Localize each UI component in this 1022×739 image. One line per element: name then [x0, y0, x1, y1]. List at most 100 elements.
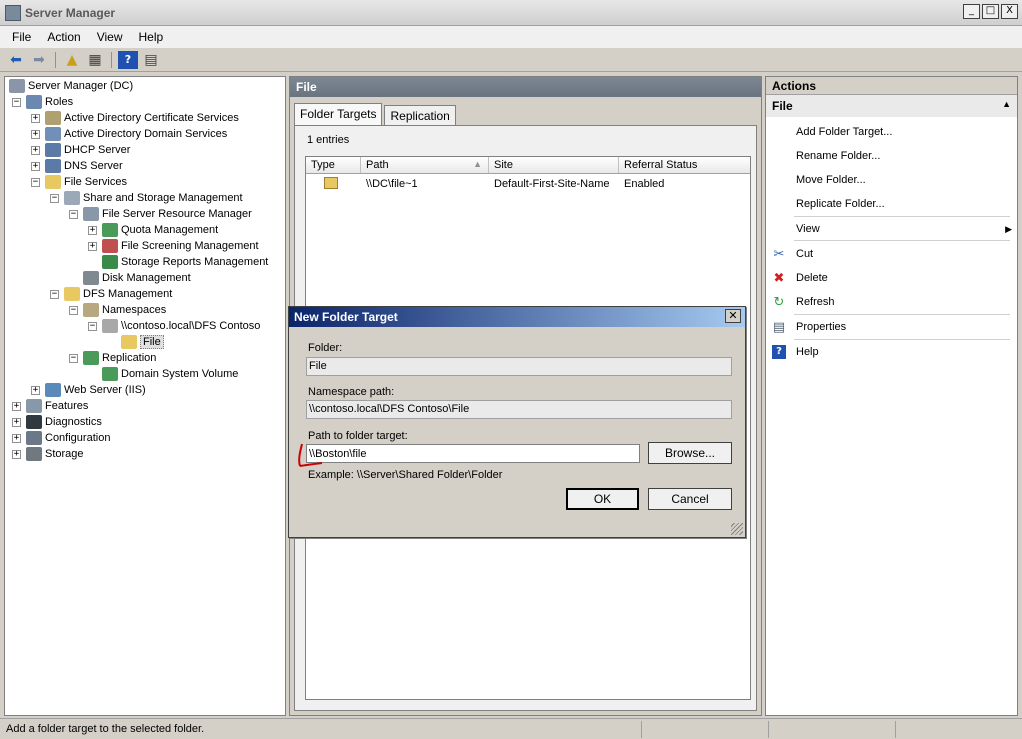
close-button[interactable]: X: [1001, 4, 1018, 19]
expand-icon[interactable]: +: [12, 449, 21, 459]
tree-item-file-services[interactable]: − File Services: [31, 174, 127, 190]
tree-item-configuration[interactable]: + Configuration: [12, 430, 110, 446]
folder-icon: [121, 335, 137, 349]
table-row[interactable]: \\DC\file~1 Default-First-Site-Name Enab…: [306, 174, 750, 194]
dfs-icon: [64, 287, 80, 301]
collapse-icon[interactable]: −: [50, 289, 59, 299]
roles-icon: [26, 95, 42, 109]
expand-icon[interactable]: +: [88, 241, 97, 251]
collapse-icon[interactable]: −: [50, 193, 59, 203]
collapse-icon[interactable]: −: [88, 321, 97, 331]
up-folder-icon[interactable]: ▲: [62, 51, 82, 69]
show-hide-action-pane-icon[interactable]: ▤: [141, 51, 161, 69]
title-bar: Server Manager _ □ X: [0, 0, 1022, 26]
actions-section[interactable]: File ▲: [766, 95, 1017, 117]
menu-help[interactable]: Help: [131, 30, 172, 44]
dialog-close-button[interactable]: ✕: [725, 309, 741, 323]
tree-item-screening[interactable]: + File Screening Management: [88, 238, 259, 254]
maximize-button[interactable]: □: [982, 4, 999, 19]
expand-icon[interactable]: +: [88, 225, 97, 235]
fsrm-icon: [83, 207, 99, 221]
replication-group-icon: [102, 367, 118, 381]
console-tree: Server Manager (DC) − Roles + Active Dir…: [4, 76, 286, 716]
menu-view[interactable]: View: [89, 30, 131, 44]
ok-button[interactable]: OK: [566, 488, 639, 510]
tree-item-namespace-contoso[interactable]: − \\contoso.local\DFS Contoso: [88, 318, 260, 334]
action-cut[interactable]: ✂ Cut: [770, 244, 1012, 264]
collapse-icon[interactable]: −: [12, 97, 21, 107]
tree-item-dhcp[interactable]: + DHCP Server: [31, 142, 130, 158]
collapse-icon[interactable]: −: [31, 177, 40, 187]
column-path[interactable]: Path ▲: [361, 157, 489, 173]
expand-icon[interactable]: +: [12, 401, 21, 411]
tree-item-namespaces[interactable]: − Namespaces: [69, 302, 166, 318]
collapse-icon[interactable]: −: [69, 305, 78, 315]
cancel-button[interactable]: Cancel: [648, 488, 732, 510]
tree-item-iis[interactable]: + Web Server (IIS): [31, 382, 146, 398]
configuration-icon: [26, 431, 42, 445]
disk-icon: [83, 271, 99, 285]
tab-folder-targets[interactable]: Folder Targets: [294, 103, 383, 126]
tree-item-share-storage[interactable]: − Share and Storage Management: [50, 190, 243, 206]
tree-item-replication[interactable]: − Replication: [69, 350, 156, 366]
row-status: Enabled: [624, 178, 665, 190]
expand-icon[interactable]: +: [31, 129, 40, 139]
expand-icon[interactable]: +: [31, 113, 40, 123]
action-help[interactable]: ? Help: [770, 342, 1012, 362]
menu-action[interactable]: Action: [39, 30, 88, 44]
tree-item-disk-mgmt[interactable]: Disk Management: [69, 270, 191, 286]
action-separator: [794, 240, 1010, 241]
expand-icon[interactable]: +: [31, 385, 40, 395]
tree-item-file[interactable]: File: [107, 334, 164, 350]
expand-icon[interactable]: +: [31, 145, 40, 155]
resize-grip-icon[interactable]: [731, 523, 743, 535]
collapse-icon[interactable]: −: [69, 353, 78, 363]
folder-field: File: [306, 357, 732, 376]
action-view[interactable]: View ▶: [770, 219, 1012, 239]
tree-item-roles[interactable]: − Roles: [12, 94, 73, 110]
action-rename-folder[interactable]: Rename Folder...: [770, 146, 1012, 166]
action-move-folder[interactable]: Move Folder...: [770, 170, 1012, 190]
tree-item-dfs[interactable]: − DFS Management: [50, 286, 172, 302]
quota-icon: [102, 223, 118, 237]
action-properties[interactable]: ▤ Properties: [770, 317, 1012, 337]
tree-item-adcs[interactable]: + Active Directory Certificate Services: [31, 110, 239, 126]
column-referral-status[interactable]: Referral Status: [619, 157, 750, 173]
minimize-button[interactable]: _: [963, 4, 980, 19]
expand-icon[interactable]: +: [31, 161, 40, 171]
expand-icon[interactable]: +: [12, 417, 21, 427]
server-icon: [9, 79, 25, 93]
back-arrow-icon[interactable]: ⬅: [6, 51, 26, 69]
tree-item-quota[interactable]: + Quota Management: [88, 222, 218, 238]
expand-icon[interactable]: +: [12, 433, 21, 443]
path-input[interactable]: [306, 444, 640, 463]
certificate-icon: [45, 111, 61, 125]
tree-item-adds[interactable]: + Active Directory Domain Services: [31, 126, 227, 142]
action-delete[interactable]: ✖ Delete: [770, 268, 1012, 288]
help-icon[interactable]: ?: [118, 50, 138, 69]
forward-arrow-icon[interactable]: ➡: [29, 51, 49, 69]
tree-item-storage-reports[interactable]: Storage Reports Management: [88, 254, 268, 270]
collapse-up-icon[interactable]: ▲: [1002, 99, 1011, 113]
show-hide-tree-icon[interactable]: ▦: [85, 51, 105, 69]
tree-item-diagnostics[interactable]: + Diagnostics: [12, 414, 102, 430]
browse-button[interactable]: Browse...: [648, 442, 732, 464]
annotation-mark: [298, 443, 323, 467]
column-site[interactable]: Site: [489, 157, 619, 173]
server-manager-icon: [5, 4, 21, 21]
menu-file[interactable]: File: [4, 30, 39, 44]
action-add-folder-target[interactable]: Add Folder Target...: [770, 122, 1012, 142]
tree-item-fsrm[interactable]: − File Server Resource Manager: [69, 206, 252, 222]
collapse-icon[interactable]: −: [69, 209, 78, 219]
tree-item-dsv[interactable]: Domain System Volume: [88, 366, 238, 382]
tree-item-dns[interactable]: + DNS Server: [31, 158, 123, 174]
tree-item-storage[interactable]: + Storage: [12, 446, 84, 462]
tree-item-features[interactable]: + Features: [12, 398, 88, 414]
action-replicate-folder[interactable]: Replicate Folder...: [770, 194, 1012, 214]
tree-item-root[interactable]: Server Manager (DC): [9, 78, 133, 94]
action-refresh[interactable]: ↻ Refresh: [770, 292, 1012, 312]
namespace-icon: [102, 319, 118, 333]
column-type[interactable]: Type: [306, 157, 361, 173]
example-text: Example: \\Server\Shared Folder\Folder: [308, 469, 503, 481]
toolbar-separator: [111, 51, 112, 68]
